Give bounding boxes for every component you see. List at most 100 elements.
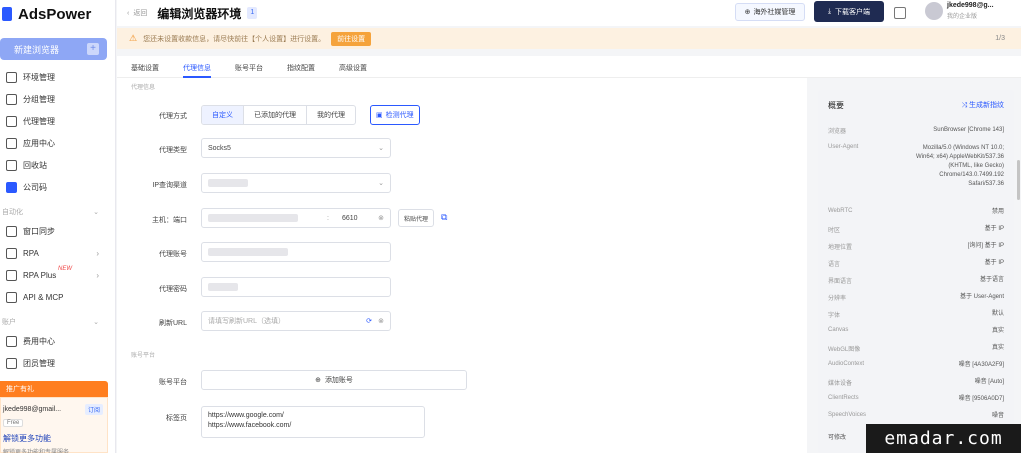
summary-key: Canvas <box>828 327 849 333</box>
notice-pager[interactable]: 1/3 <box>995 35 1005 42</box>
social-media-button[interactable]: ⊕ 海外社媒管理 <box>735 3 805 21</box>
user-menu[interactable]: jkede998@g... 我的企业版 <box>925 2 994 20</box>
host-input[interactable]: : 6610 ⊗ <box>201 208 391 228</box>
scrollbar[interactable] <box>1017 160 1020 200</box>
apps-icon <box>6 137 17 149</box>
user-name: jkede998@g... <box>947 2 994 9</box>
proxy-mode-saved[interactable]: 已添加的代理 <box>244 106 307 124</box>
sidebar-item-rpa[interactable]: RPA › <box>0 242 115 264</box>
proxy-mode-segment: 自定义 已添加的代理 我的代理 <box>201 105 356 125</box>
summary-title: 概要 <box>828 100 844 110</box>
proxy-mode-mine[interactable]: 我的代理 <box>307 106 355 124</box>
ip-channel-select[interactable]: ⌄ <box>201 173 391 193</box>
generate-fingerprint-label: 生成新指纹 <box>969 102 1004 109</box>
clear-icon[interactable]: ⊗ <box>378 214 384 222</box>
page-title: 编辑浏览器环境 <box>157 6 242 21</box>
sidebar-item-team[interactable]: 团员管理 <box>0 352 115 374</box>
sidebar-item-billing[interactable]: 费用中心 <box>0 330 115 352</box>
group-account[interactable]: 账户 ⌄ <box>0 314 115 330</box>
sidebar-item-env[interactable]: 环境管理 <box>0 66 115 88</box>
sync-icon <box>6 225 17 237</box>
summary-row-webgl: WebGL图像 真实 <box>828 344 1004 353</box>
summary-row-resolution: 分辨率 基于 User-Agent <box>828 293 1004 302</box>
proxy-type-select[interactable]: Socks5 ⌄ <box>201 138 391 158</box>
sidebar-item-proxy[interactable]: 代理管理 <box>0 110 115 132</box>
tab-fingerprint[interactable]: 指纹配置 <box>287 56 315 77</box>
summary-row-media: 媒体设备 噪音 [Auto] <box>828 378 1004 387</box>
shuffle-icon: ⤨ <box>961 102 969 109</box>
plus-circle-icon: ⊕ <box>315 377 321 384</box>
summary-value: 基于 IP <box>984 260 1004 266</box>
summary-key: 分辨率 <box>828 296 847 302</box>
sidebar-item-company[interactable]: 公司码 <box>0 176 115 198</box>
sidebar-item-group[interactable]: 分组管理 <box>0 88 115 110</box>
summary-value: 真实 <box>991 328 1004 334</box>
summary-value: 噪音 <box>991 413 1004 419</box>
plus-icon: + <box>87 43 99 55</box>
window-icon <box>6 71 17 83</box>
summary-value: 噪音 [9506A0D7] <box>958 396 1004 402</box>
tab-advanced[interactable]: 高级设置 <box>339 56 367 77</box>
chevron-down-icon: ⌄ <box>378 180 384 187</box>
sidebar-item-sync[interactable]: 窗口同步 <box>0 220 115 242</box>
group-automation[interactable]: 自动化 ⌄ <box>0 204 115 220</box>
sidebar: AdsPower 新建浏览器 + 环境管理 分组管理 代理管理 应用中心 回收站… <box>0 0 116 453</box>
summary-value: SunBrowser [Chrome 143] <box>933 127 1004 133</box>
new-browser-button[interactable]: 新建浏览器 + <box>0 38 107 60</box>
summary-key: 浏览器 <box>828 129 847 135</box>
refresh-url-input[interactable]: 请填写刷新URL（选填） ⟳ ⊗ <box>201 311 391 331</box>
sidebar-item-label: 公司码 <box>23 182 47 192</box>
user-email: jkede998@gmail... <box>3 406 62 413</box>
proxy-password-input[interactable] <box>201 277 391 297</box>
summary-value: 基于 IP <box>984 226 1004 232</box>
add-account-button[interactable]: ⊕ 添加账号 <box>201 370 467 390</box>
tab-proxy[interactable]: 代理信息 <box>183 56 211 78</box>
sidebar-item-label: RPA Plus <box>23 270 57 280</box>
proxy-mode-custom[interactable]: 自定义 <box>202 106 244 124</box>
summary-value: 噪音 [4A30A2F9] <box>958 362 1004 368</box>
upgrade-subtext: 解锁更多功能和专属服务 <box>3 450 70 453</box>
refresh-url-label: 刷新URL <box>158 320 187 327</box>
check-proxy-label: 检测代理 <box>385 112 414 119</box>
tab-basic[interactable]: 基础设置 <box>131 56 159 77</box>
sidebar-item-rpa-plus[interactable]: RPA Plus NEW › <box>0 264 115 286</box>
user-email-row: jkede998@gmail... 订阅 <box>1 398 107 415</box>
summary-value: 噪音 [Auto] <box>974 379 1004 385</box>
sidebar-item-apps[interactable]: 应用中心 <box>0 132 115 154</box>
clear-icon[interactable]: ⊗ <box>378 317 384 325</box>
sidebar-item-api[interactable]: API & MCP <box>0 286 115 308</box>
check-proxy-button[interactable]: ▣ 检测代理 <box>370 105 420 125</box>
layout-toggle-icon[interactable] <box>894 7 906 19</box>
header: ‹ 返回 编辑浏览器环境 1 ⊕ 海外社媒管理 ⤓ 下载客户端 jkede998@g.… <box>117 0 1021 26</box>
generate-fingerprint-button[interactable]: ⤨ 生成新指纹 <box>961 100 1004 110</box>
proxy-password-label: 代理密码 <box>159 286 187 293</box>
summary-row-ua: User-Agent Mozilla/5.0 (Windows NT 10.0; … <box>828 144 1004 187</box>
upgrade-link[interactable]: 解锁更多功能 <box>1 427 107 444</box>
check-icon: ▣ <box>376 112 383 119</box>
download-client-button[interactable]: ⤓ 下载客户端 <box>814 1 884 22</box>
port-value[interactable]: 6610 <box>342 215 358 222</box>
refresh-icon[interactable]: ⟳ <box>366 317 372 325</box>
sidebar-item-label: 代理管理 <box>23 116 55 126</box>
promo-banner[interactable]: 推广有礼 <box>0 381 108 397</box>
tab-platform[interactable]: 账号平台 <box>235 56 263 77</box>
api-icon <box>6 291 17 303</box>
summary-key: 字体 <box>828 313 841 319</box>
tabs-textarea[interactable]: https://www.google.com/ https://www.face… <box>201 406 425 438</box>
back-button[interactable]: ‹ 返回 <box>127 8 147 18</box>
warning-icon: ⚠ <box>129 33 138 43</box>
proxy-account-input[interactable] <box>201 242 391 262</box>
paste-proxy-button[interactable]: 粘贴代理 <box>398 209 435 227</box>
proxy-type-label: 代理类型 <box>159 147 187 154</box>
download-client-label: 下载客户端 <box>835 8 871 16</box>
copy-icon[interactable]: ⧉ <box>441 212 447 223</box>
host-port-separator: : <box>327 214 329 222</box>
sidebar-item-trash[interactable]: 回收站 <box>0 154 115 176</box>
notice-bar: ⚠ 您还未设置收款信息，请尽快前往【个人设置】进行设置。 前往设置 1/3 <box>117 28 1021 49</box>
notice-action-button[interactable]: 前往设置 <box>331 31 372 46</box>
promo-label: 推广有礼 <box>6 386 34 393</box>
chevron-down-icon: ⌄ <box>93 319 99 326</box>
tab-bar: 基础设置 代理信息 账号平台 指纹配置 高级设置 <box>117 56 1021 78</box>
subscribe-chip[interactable]: 订阅 <box>84 404 103 415</box>
summary-key: 媒体设备 <box>828 381 853 387</box>
